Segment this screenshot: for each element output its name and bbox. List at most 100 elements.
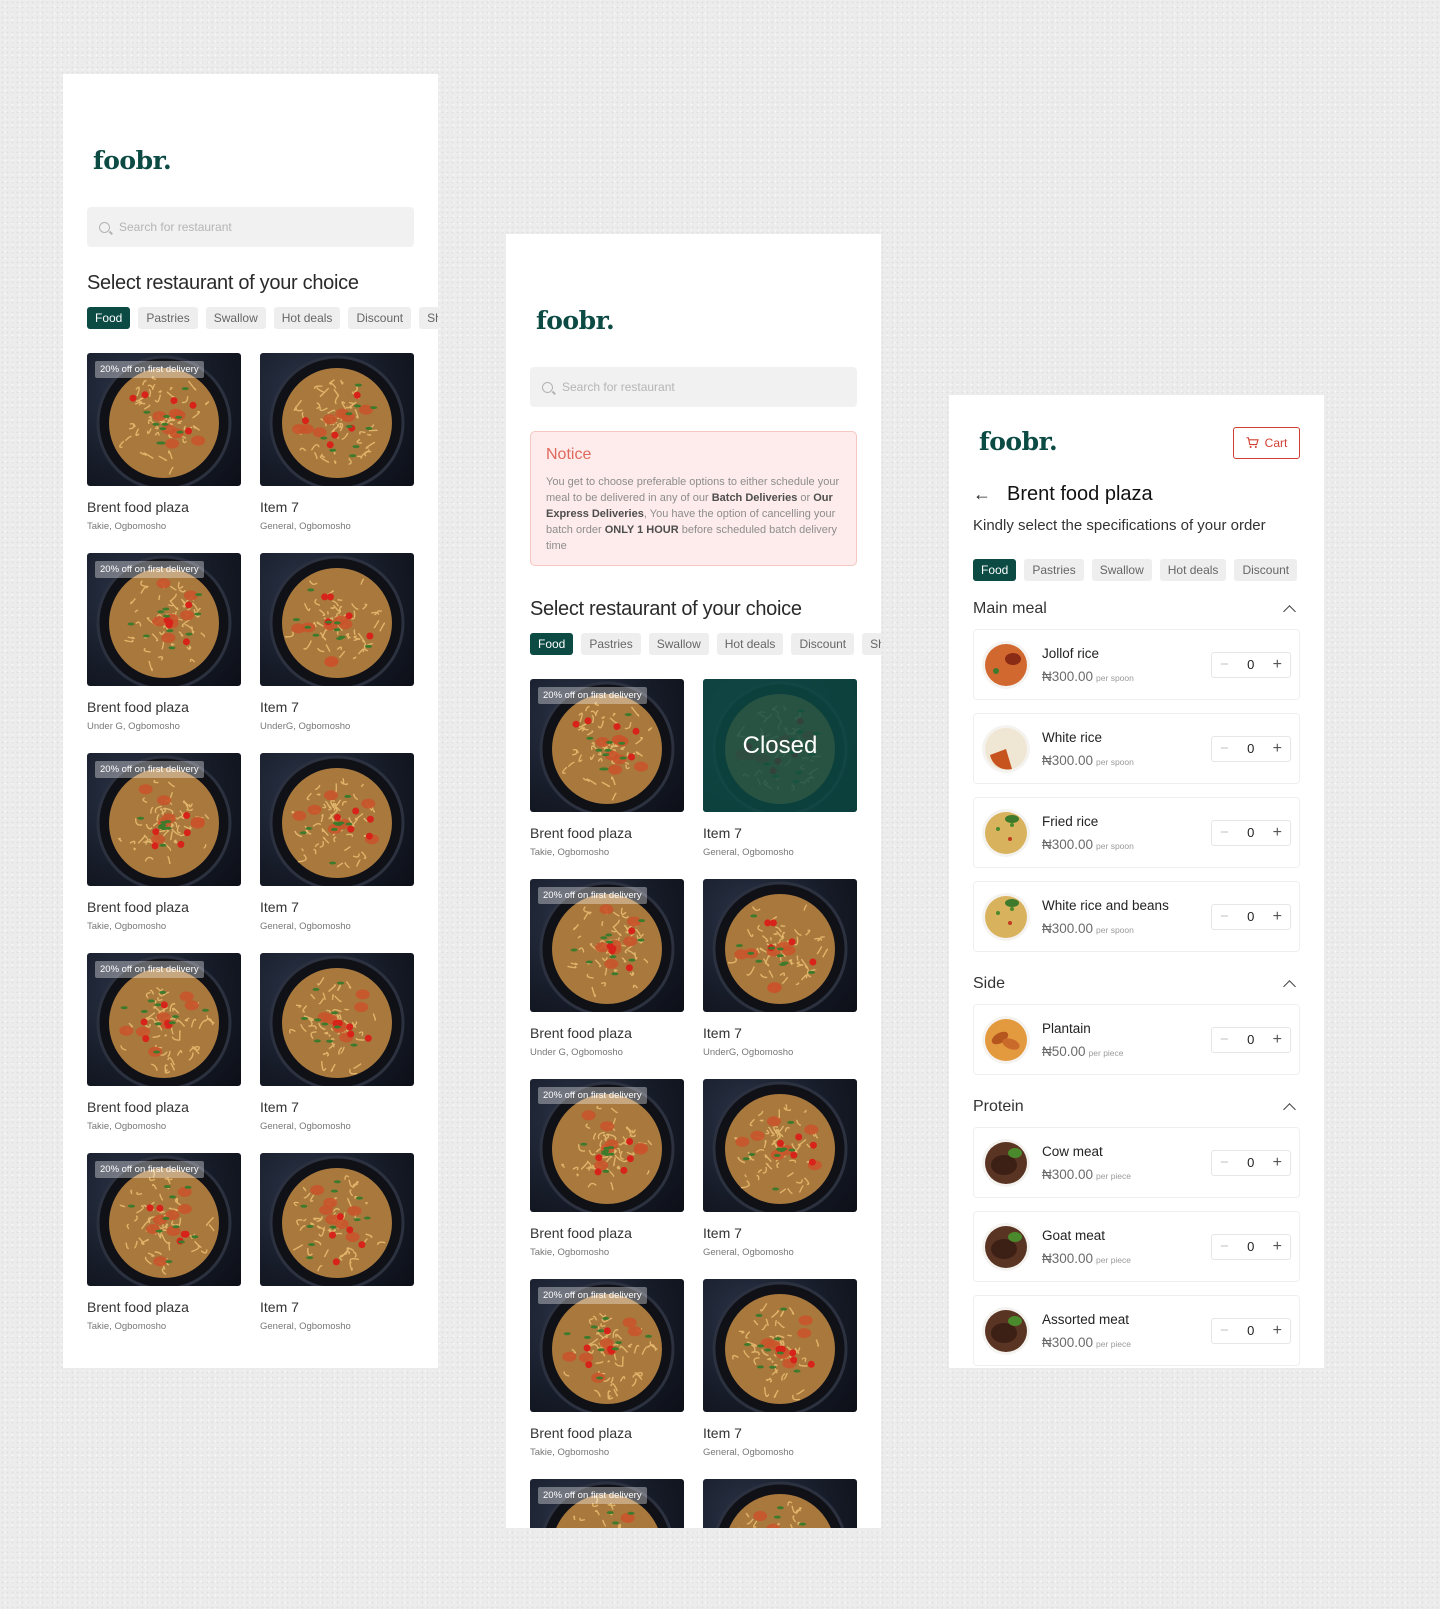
discount-badge: 20% off on first delivery <box>538 887 647 904</box>
chevron-up-icon[interactable] <box>1283 604 1296 618</box>
filter-chip-discount[interactable]: Discount <box>348 307 412 329</box>
restaurant-card[interactable]: Item 7 General, Ogbomosho <box>703 1079 857 1258</box>
plus-button[interactable]: + <box>1273 740 1282 758</box>
menu-section-title: Protein <box>973 1098 1024 1115</box>
restaurant-card[interactable]: Item 7 General, Ogbomosho <box>703 1279 857 1458</box>
restaurant-card[interactable]: Item 7 General, Ogbomosho <box>260 1153 414 1332</box>
section-title: Select restaurant of your choice <box>87 272 359 294</box>
discount-badge: 20% off on first delivery <box>95 961 204 978</box>
search-input[interactable] <box>119 220 379 234</box>
filter-chip-pastries[interactable]: Pastries <box>1024 559 1084 581</box>
restaurant-image <box>260 953 414 1086</box>
restaurant-card[interactable]: Item 7 UnderG, Ogbomosho <box>260 553 414 732</box>
search-bar[interactable] <box>87 207 414 247</box>
restaurant-card[interactable]: Item 7 General, Ogbomosho <box>260 753 414 932</box>
menu-item-name: Cow meat <box>1042 1143 1103 1159</box>
filter-chip-swallow[interactable]: Swallow <box>205 307 266 329</box>
restaurant-card[interactable]: 20% off on first delivery Brent food plaz… <box>530 1079 684 1258</box>
search-input[interactable] <box>562 380 822 394</box>
restaurant-card[interactable]: 20% off on first delivery Brent food plaz… <box>530 1279 684 1458</box>
restaurant-card[interactable]: 20% off on first delivery Brent food plaz… <box>530 879 684 1058</box>
restaurant-card[interactable]: 20% off on first delivery Brent food plaz… <box>87 553 241 732</box>
filter-chip-hot-deals[interactable]: Hot deals <box>1159 559 1227 581</box>
discount-badge: 20% off on first delivery <box>95 1161 204 1178</box>
plus-button[interactable]: + <box>1273 824 1282 842</box>
menu-section-header[interactable]: Main meal <box>973 600 1300 618</box>
minus-button[interactable]: − <box>1220 740 1229 757</box>
restaurant-card[interactable]: Item 7 General, Ogbomosho <box>260 353 414 532</box>
menu-item-name: Plantain <box>1042 1020 1091 1036</box>
filter-chip-sha[interactable]: Sha <box>862 633 881 655</box>
quantity-value: 0 <box>1247 1239 1255 1254</box>
minus-button[interactable]: − <box>1220 1322 1229 1339</box>
plus-button[interactable]: + <box>1273 1238 1282 1256</box>
restaurant-location: General, Ogbomosho <box>703 847 794 858</box>
header-row: ← Brent food plaza <box>973 483 1153 506</box>
restaurant-card[interactable]: Closed Item 7 General, Ogbomosho <box>703 679 857 858</box>
plus-button[interactable]: + <box>1273 1154 1282 1172</box>
filter-chip-hot-deals[interactable]: Hot deals <box>716 633 784 655</box>
restaurant-card[interactable]: 20% off on first delivery Brent food plaz… <box>87 953 241 1132</box>
filter-chip-swallow[interactable]: Swallow <box>1091 559 1152 581</box>
discount-badge: 20% off on first delivery <box>538 687 647 704</box>
restaurant-card[interactable]: Item 7 UnderG, Ogbomosho <box>703 879 857 1058</box>
quantity-stepper: − 0 + <box>1211 819 1291 846</box>
filter-chip-swallow[interactable]: Swallow <box>648 633 709 655</box>
minus-button[interactable]: − <box>1220 908 1229 925</box>
plus-button[interactable]: + <box>1273 656 1282 674</box>
restaurant-name: Item 7 <box>703 1025 742 1041</box>
minus-button[interactable]: − <box>1220 1238 1229 1255</box>
menu-item-info: Plantain ₦50.00 per piece <box>1042 1021 1211 1059</box>
restaurant-card[interactable] <box>703 1479 857 1528</box>
restaurant-location: UnderG, Ogbomosho <box>703 1047 794 1058</box>
cart-button[interactable]: Cart <box>1233 427 1300 459</box>
filter-chip-sha[interactable]: Sha <box>419 307 438 329</box>
plus-button[interactable]: + <box>1273 1322 1282 1340</box>
minus-button[interactable]: − <box>1220 1154 1229 1171</box>
menu-item-price-value: ₦300.00 <box>1042 920 1094 936</box>
restaurant-location: General, Ogbomosho <box>260 921 351 932</box>
menu-section-header[interactable]: Side <box>973 975 1300 993</box>
filter-chip-pastries[interactable]: Pastries <box>581 633 641 655</box>
menu-item-price-value: ₦50.00 <box>1042 1043 1086 1059</box>
minus-button[interactable]: − <box>1220 1031 1229 1048</box>
filter-chip-food[interactable]: Food <box>87 307 131 329</box>
plus-button[interactable]: + <box>1273 1031 1282 1049</box>
filter-chip-pastries[interactable]: Pastries <box>138 307 198 329</box>
restaurant-card[interactable]: 20% off on first delivery Brent food plaz… <box>87 753 241 932</box>
menu-item-name: Fried rice <box>1042 813 1099 829</box>
restaurant-location: Takie, Ogbomosho <box>87 1121 167 1132</box>
restaurant-card[interactable]: 20% off on first delivery <box>530 1479 684 1528</box>
chevron-up-icon[interactable] <box>1283 1102 1296 1116</box>
filter-chip-food[interactable]: Food <box>530 633 574 655</box>
minus-button[interactable]: − <box>1220 656 1229 673</box>
quantity-value: 0 <box>1247 1032 1255 1047</box>
brand-logo: foobr. <box>536 306 615 335</box>
minus-button[interactable]: − <box>1220 824 1229 841</box>
closed-overlay: Closed <box>703 679 857 812</box>
restaurant-card[interactable]: 20% off on first delivery Brent food plaz… <box>87 1153 241 1332</box>
restaurant-card[interactable]: 20% off on first delivery Brent food plaz… <box>87 353 241 532</box>
plus-button[interactable]: + <box>1273 908 1282 926</box>
menu-item-name: Goat meat <box>1042 1227 1106 1243</box>
filter-chip-discount[interactable]: Discount <box>1234 559 1298 581</box>
brand-logo: foobr. <box>93 146 172 175</box>
search-bar[interactable] <box>530 367 857 407</box>
restaurant-image <box>703 879 857 1012</box>
restaurant-image: 20% off on first delivery <box>87 953 241 1086</box>
filter-chip-hot-deals[interactable]: Hot deals <box>273 307 341 329</box>
restaurant-name: Item 7 <box>703 825 742 841</box>
discount-badge: 20% off on first delivery <box>95 561 204 578</box>
restaurant-card[interactable]: 20% off on first delivery Brent food plaz… <box>530 679 684 858</box>
restaurant-name: Brent food plaza <box>530 1025 632 1041</box>
chevron-up-icon[interactable] <box>1283 979 1296 993</box>
quantity-value: 0 <box>1247 1155 1255 1170</box>
back-arrow-icon[interactable]: ← <box>973 484 991 505</box>
menu-item-info: White rice ₦300.00 per spoon <box>1042 730 1211 768</box>
restaurant-card[interactable]: Item 7 General, Ogbomosho <box>260 953 414 1132</box>
filter-chip-food[interactable]: Food <box>973 559 1017 581</box>
menu-item-row: Plantain ₦50.00 per piece −0 + <box>973 1004 1300 1075</box>
restaurant-image <box>260 353 414 486</box>
menu-section-header[interactable]: Protein <box>973 1098 1300 1116</box>
filter-chip-discount[interactable]: Discount <box>791 633 855 655</box>
